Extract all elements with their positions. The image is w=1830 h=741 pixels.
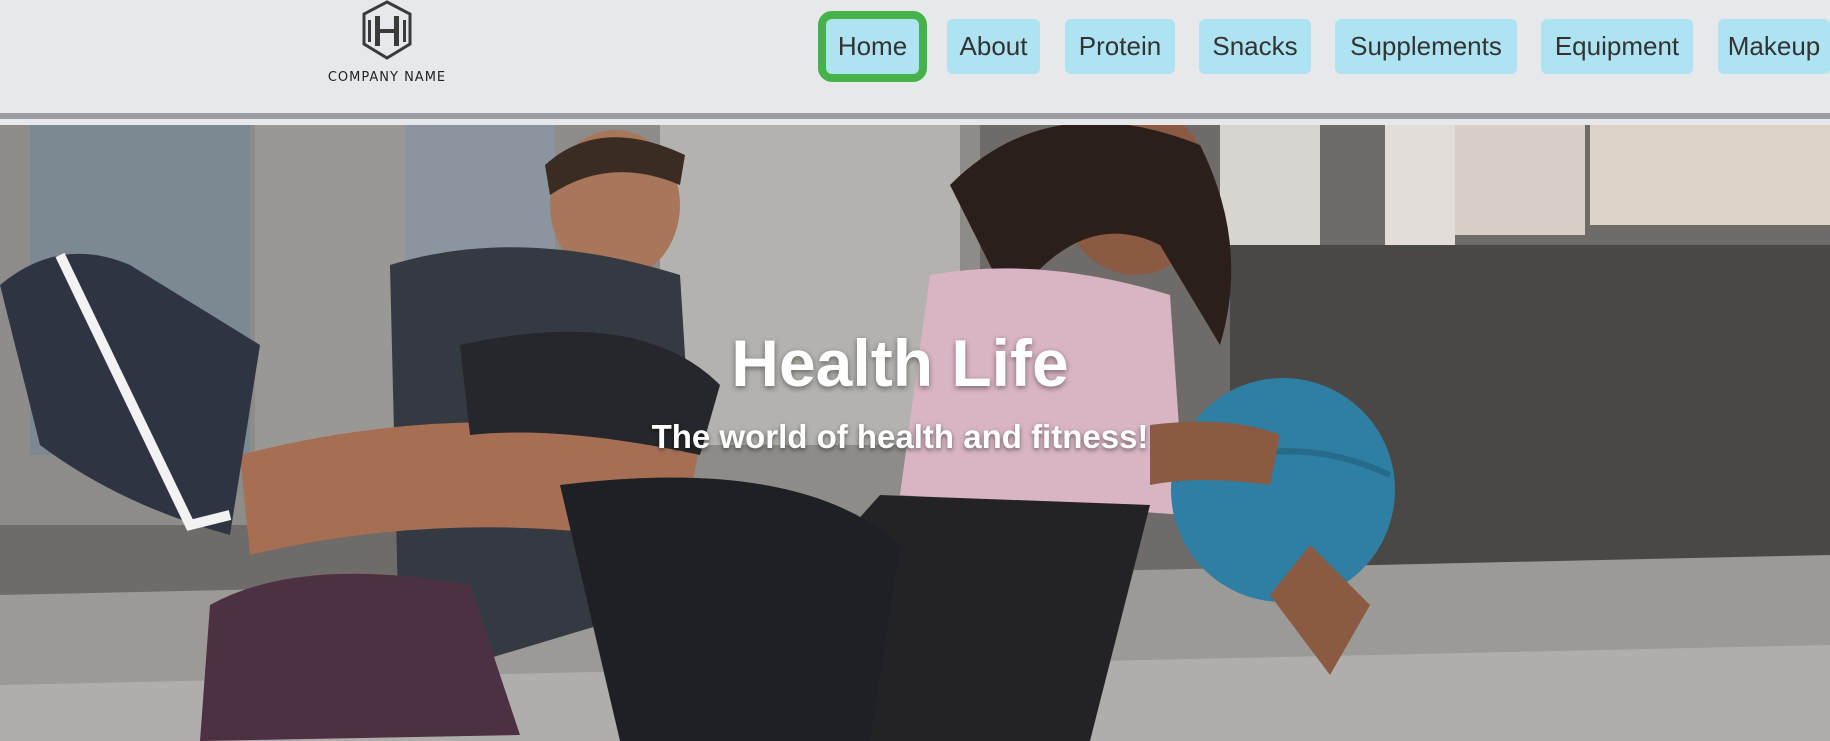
- company-name: COMPANY NAME: [327, 70, 447, 85]
- hero-banner: Health Life The world of health and fitn…: [0, 125, 1830, 741]
- nav-protein[interactable]: Protein: [1065, 19, 1175, 74]
- company-logo[interactable]: COMPANY NAME: [322, 0, 452, 95]
- nav-makeup[interactable]: Makeup: [1718, 19, 1830, 74]
- nav-about[interactable]: About: [947, 19, 1040, 74]
- nav-snacks[interactable]: Snacks: [1199, 19, 1311, 74]
- header-divider: [0, 113, 1830, 119]
- site-header: COMPANY NAME Home About Protein Snacks S…: [0, 0, 1830, 113]
- hero-subtitle: The world of health and fitness!: [651, 418, 1149, 455]
- nav-home[interactable]: Home: [818, 11, 927, 82]
- nav-equipment[interactable]: Equipment: [1541, 19, 1693, 74]
- nav-supplements[interactable]: Supplements: [1335, 19, 1517, 74]
- h-shield-icon: [362, 0, 412, 60]
- hero-title: Health Life: [731, 326, 1069, 400]
